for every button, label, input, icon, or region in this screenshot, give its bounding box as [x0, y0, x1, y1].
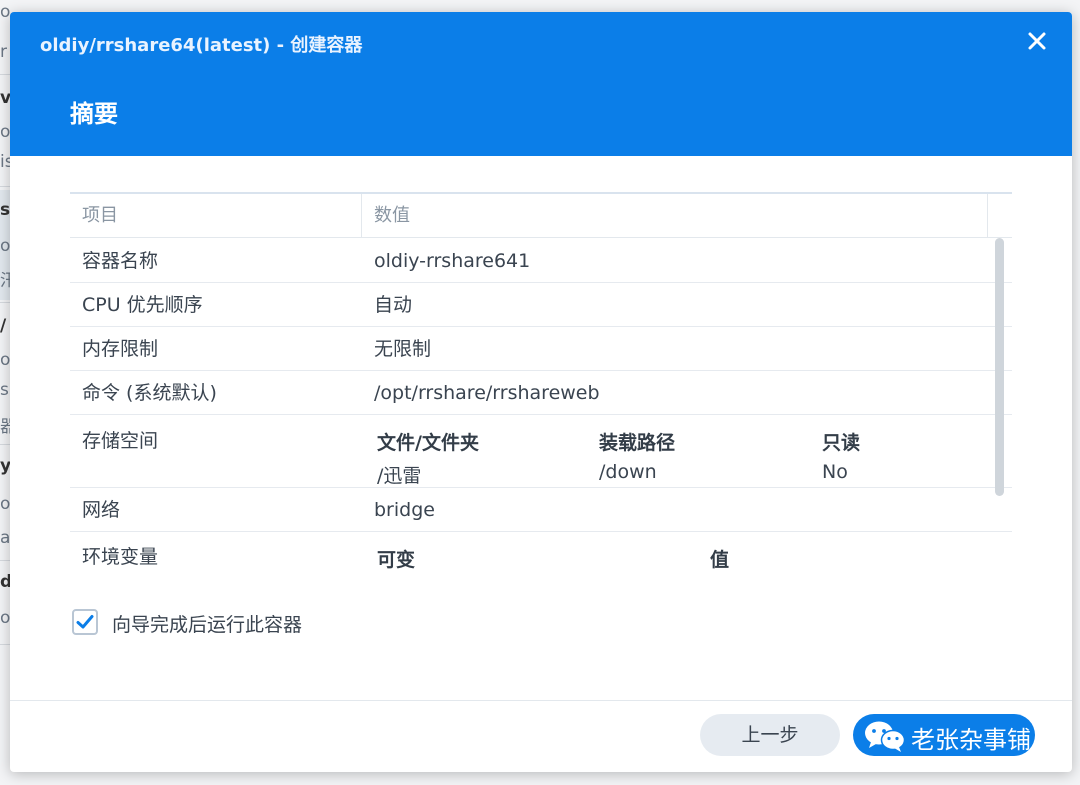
table-scrollbar[interactable]: [995, 238, 1004, 496]
wechat-icon: [865, 721, 906, 752]
footer-divider: [10, 700, 1072, 701]
row-item: 内存限制: [82, 338, 159, 360]
row-value: 自动: [374, 294, 413, 316]
table-row: 容器名称 oldiy-rrshare641: [70, 239, 1012, 283]
table-row: CPU 优先顺序 自动: [70, 283, 1012, 327]
row-value: bridge: [374, 499, 435, 521]
dialog-header: oldiy/rrshare64(latest) - 创建容器 摘要: [10, 12, 1072, 156]
table-row: 命令 (系统默认) /opt/rrshare/rrshareweb: [70, 371, 1012, 415]
storage-value-readonly: No: [822, 461, 848, 483]
row-item: 存储空间: [82, 430, 159, 452]
run-after-wizard-checkbox[interactable]: [72, 609, 98, 635]
env-header-value: 值: [710, 549, 730, 571]
storage-value-mount-path: /down: [599, 461, 657, 483]
table-header: 项目 数值: [70, 194, 1012, 238]
run-after-wizard-label: 向导完成后运行此容器: [112, 614, 303, 636]
storage-header-mount-path: 装载路径: [599, 432, 676, 454]
env-header-variable: 可变: [377, 549, 416, 571]
row-value: oldiy-rrshare641: [374, 250, 531, 272]
storage-header-readonly: 只读: [822, 432, 861, 454]
storage-value-folder: /迅雷: [377, 465, 422, 487]
row-item: 命令 (系统默认): [82, 382, 217, 404]
previous-step-button[interactable]: 上一步: [700, 714, 840, 756]
storage-header-folder: 文件/文件夹: [377, 432, 479, 454]
watermark-text: 老张杂事铺: [911, 726, 1031, 754]
column-header-value[interactable]: 数值: [362, 194, 988, 238]
row-value: /opt/rrshare/rrshareweb: [374, 382, 600, 404]
row-item: 网络: [82, 499, 121, 521]
row-item: 环境变量: [82, 546, 159, 568]
row-item: CPU 优先顺序: [82, 294, 203, 316]
column-header-item[interactable]: 项目: [70, 194, 362, 238]
step-title: 摘要: [70, 100, 118, 128]
row-value: 无限制: [374, 338, 432, 360]
table-row-network: 网络 bridge: [70, 488, 1012, 532]
row-item: 容器名称: [82, 250, 159, 272]
create-container-dialog: oldiy/rrshare64(latest) - 创建容器 摘要 项目 数值 …: [10, 12, 1072, 772]
close-button[interactable]: [1024, 28, 1050, 54]
next-button[interactable]: 老张杂事铺: [853, 714, 1035, 756]
checkmark-icon: [76, 615, 94, 629]
dialog-title: oldiy/rrshare64(latest) - 创建容器: [40, 35, 363, 56]
table-row-env: 环境变量 可变 值: [70, 532, 1012, 576]
table-row: 内存限制 无限制: [70, 327, 1012, 371]
table-row-storage: 存储空间 文件/文件夹 装载路径 只读 /迅雷 /down No: [70, 415, 1012, 488]
close-icon: [1028, 32, 1046, 50]
summary-table: 项目 数值 容器名称 oldiy-rrshare641 CPU 优先顺序 自动 …: [70, 192, 1012, 576]
